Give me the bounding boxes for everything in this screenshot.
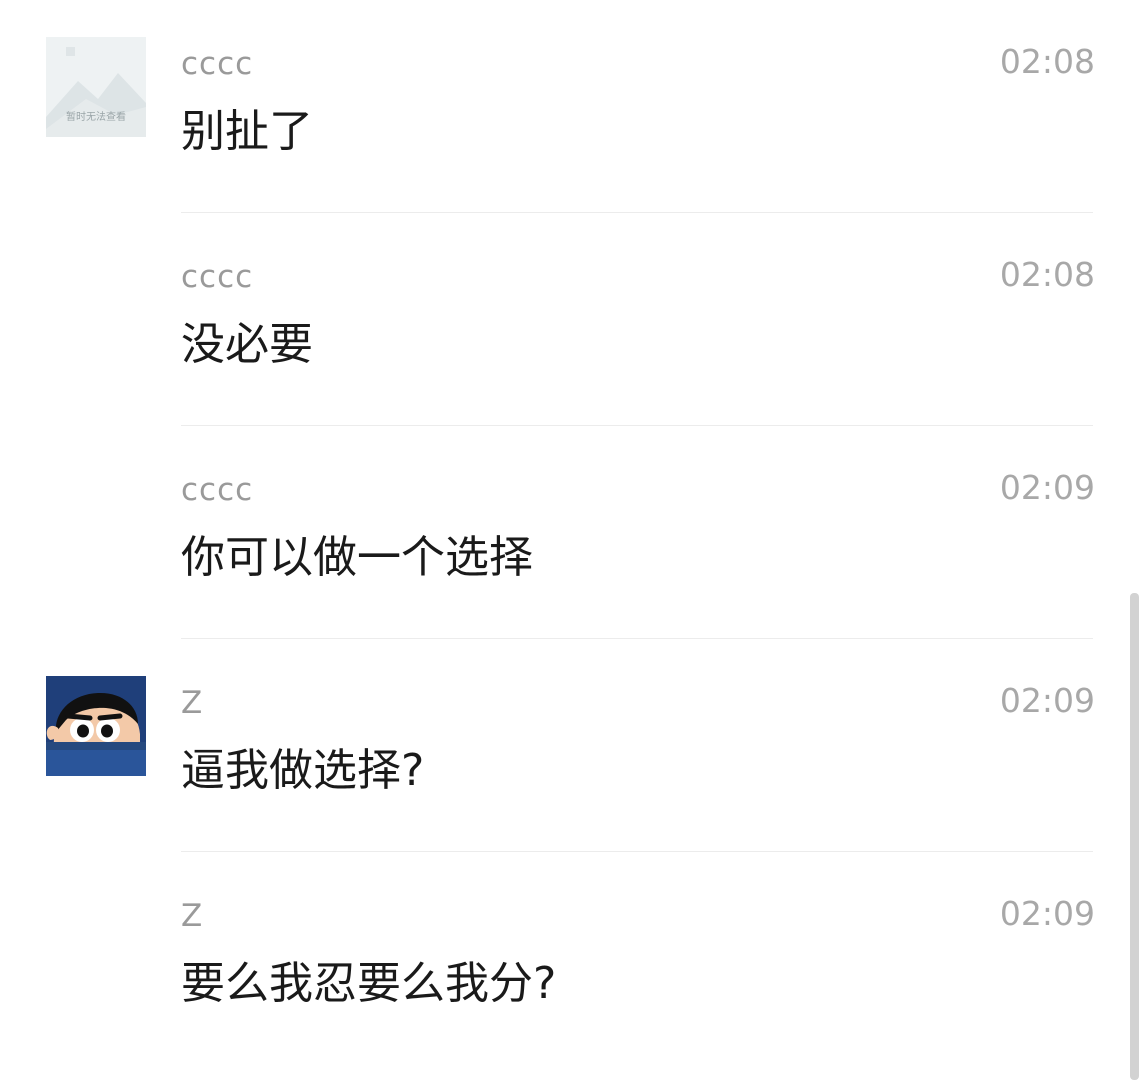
message-time: 02:09 [999,894,1095,933]
message-time: 02:08 [999,255,1095,294]
sender-name: cccc [181,472,254,508]
cartoon-boy-icon [46,676,146,776]
message-text: 别扯了 [181,106,313,157]
avatar-placeholder[interactable]: 暂时无法查看 [46,37,146,137]
avatar-cartoon-boy[interactable] [46,676,146,776]
message-text: 要么我忍要么我分? [181,958,557,1009]
message-text: 你可以做一个选择 [181,532,533,583]
sender-name: cccc [181,259,254,295]
message-item[interactable]: cccc 02:09 你可以做一个选择 [0,426,1141,639]
message-text: 逼我做选择? [181,745,425,796]
sender-name: Z [181,685,204,721]
message-item[interactable]: Z 02:09 逼我做选择? [0,639,1141,852]
message-time: 02:09 [999,681,1095,720]
sender-name: cccc [181,46,254,82]
message-text: 没必要 [181,319,313,370]
message-item[interactable]: Z 02:09 要么我忍要么我分? [0,852,1141,1065]
message-item[interactable]: 暂时无法查看 cccc 02:08 别扯了 [0,0,1141,213]
sender-name: Z [181,898,204,934]
scrollbar[interactable] [1130,593,1139,1080]
message-time: 02:08 [999,42,1095,81]
message-item[interactable]: cccc 02:08 没必要 [0,213,1141,426]
chat-message-list: 暂时无法查看 cccc 02:08 别扯了 cccc 02:08 没必要 ccc… [0,0,1141,1080]
message-time: 02:09 [999,468,1095,507]
placeholder-caption: 暂时无法查看 [66,112,126,123]
